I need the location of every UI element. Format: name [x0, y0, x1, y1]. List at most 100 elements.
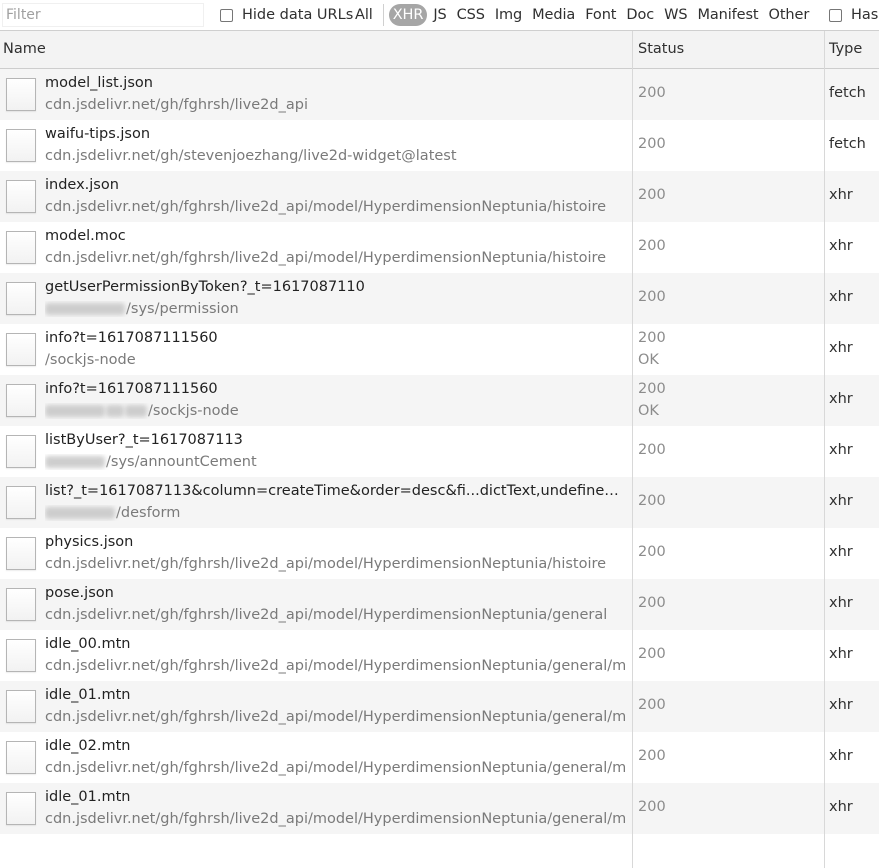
table-row[interactable]: idle_02.mtn cdn.jsdelivr.net/gh/fghrsh/li… [0, 732, 879, 783]
filter-doc-button[interactable]: Doc [622, 4, 658, 26]
request-path-text: cdn.jsdelivr.net/gh/fghrsh/live2d_api/mo… [45, 760, 625, 776]
request-type: fetch [829, 136, 866, 152]
table-row[interactable]: pose.json cdn.jsdelivr.net/gh/fghrsh/live… [0, 579, 879, 630]
request-path: cdn.jsdelivr.net/gh/fghrsh/live2d_api/mo… [45, 658, 625, 674]
filter-xhr-button[interactable]: XHR [388, 4, 428, 26]
filter-css-button[interactable]: CSS [453, 4, 489, 26]
request-name: idle_01.mtn [45, 687, 131, 703]
request-path-text: /sys/permission [126, 301, 239, 317]
file-icon [6, 78, 36, 111]
column-header-name[interactable]: Name [3, 31, 46, 68]
request-path-text: /sockjs-node [148, 403, 239, 419]
request-path: cdn.jsdelivr.net/gh/stevenjoezhang/live2… [45, 148, 625, 164]
file-icon [6, 639, 36, 672]
filter-input[interactable] [2, 3, 204, 27]
table-row[interactable]: index.json cdn.jsdelivr.net/gh/fghrsh/liv… [0, 171, 879, 222]
redacted-host [45, 405, 105, 417]
table-row[interactable]: idle_01.mtn cdn.jsdelivr.net/gh/fghrsh/li… [0, 783, 879, 834]
resource-type-filters: All XHR JS CSS Img Media Font Doc WS Manifest Othe… [351, 3, 815, 27]
request-name: index.json [45, 177, 119, 193]
column-divider-type[interactable] [824, 31, 825, 868]
request-name: idle_01.mtn [45, 789, 131, 805]
file-icon [6, 741, 36, 774]
request-type: xhr [829, 697, 853, 713]
column-header-status[interactable]: Status [638, 31, 684, 68]
request-path-text: cdn.jsdelivr.net/gh/fghrsh/live2d_api [45, 97, 308, 113]
request-name: listByUser?_t=1617087113 [45, 432, 243, 448]
request-name: info?t=1617087111560 [45, 330, 218, 346]
filter-font-button[interactable]: Font [581, 4, 620, 26]
request-name: idle_00.mtn [45, 636, 131, 652]
filter-img-button[interactable]: Img [491, 4, 526, 26]
status-text: OK [638, 352, 659, 368]
request-path-text: cdn.jsdelivr.net/gh/fghrsh/live2d_api/mo… [45, 658, 625, 674]
status-code: 200 [638, 595, 666, 611]
request-type: xhr [829, 391, 853, 407]
request-path: cdn.jsdelivr.net/gh/fghrsh/live2d_api/mo… [45, 760, 625, 776]
request-type: xhr [829, 544, 853, 560]
filter-ws-button[interactable]: WS [660, 4, 691, 26]
file-icon [6, 435, 36, 468]
request-name: model.moc [45, 228, 126, 244]
status-code: 200 [638, 289, 666, 305]
request-path-text: cdn.jsdelivr.net/gh/fghrsh/live2d_api/mo… [45, 811, 625, 827]
network-request-table: Name Status Type model_list.json cdn.jsde… [0, 31, 879, 868]
redacted-host [45, 507, 115, 519]
request-type: xhr [829, 238, 853, 254]
request-path-text: cdn.jsdelivr.net/gh/fghrsh/live2d_api/mo… [45, 250, 607, 266]
status-code: 200 [638, 187, 666, 203]
request-path: cdn.jsdelivr.net/gh/fghrsh/live2d_api/mo… [45, 709, 625, 725]
status-code: 200 [638, 493, 666, 509]
request-path: cdn.jsdelivr.net/gh/fghrsh/live2d_api/mo… [45, 199, 625, 215]
status-code: 200 [638, 381, 666, 397]
request-path-text: /desform [116, 505, 181, 521]
table-row[interactable]: waifu-tips.json cdn.jsdelivr.net/gh/steve… [0, 120, 879, 171]
filter-other-button[interactable]: Other [765, 4, 814, 26]
status-text: OK [638, 403, 659, 419]
file-icon [6, 231, 36, 264]
hide-data-urls-toggle[interactable]: Hide data URLs [220, 5, 353, 25]
column-divider-status[interactable] [632, 31, 633, 868]
request-type: xhr [829, 340, 853, 356]
table-row[interactable]: info?t=1617087111560/sockjs-node 200 OK xhr [0, 375, 879, 426]
network-toolbar: Hide data URLs All XHRJSCSSImgMediaFontDo… [0, 0, 879, 31]
has-blocked-cookies-toggle[interactable]: Has [829, 5, 878, 25]
has-blocked-checkbox[interactable] [829, 8, 842, 22]
request-path: cdn.jsdelivr.net/gh/fghrsh/live2d_api/mo… [45, 811, 625, 827]
table-row[interactable]: idle_00.mtn cdn.jsdelivr.net/gh/fghrsh/li… [0, 630, 879, 681]
column-header-type[interactable]: Type [829, 31, 862, 68]
table-row[interactable]: physics.json cdn.jsdelivr.net/gh/fghrsh/l… [0, 528, 879, 579]
filter-all-button[interactable]: All [351, 4, 377, 26]
status-code: 200 [638, 238, 666, 254]
redacted-host [106, 405, 124, 417]
request-name: list?_t=1617087113&column=createTime&ord… [45, 483, 625, 499]
request-path-text: cdn.jsdelivr.net/gh/fghrsh/live2d_api/mo… [45, 199, 607, 215]
table-row[interactable]: idle_01.mtn cdn.jsdelivr.net/gh/fghrsh/li… [0, 681, 879, 732]
file-icon [6, 486, 36, 519]
table-row[interactable]: list?_t=1617087113&column=createTime&ord… [0, 477, 879, 528]
has-blocked-label: Has [851, 7, 879, 23]
request-path: /desform [45, 505, 625, 521]
request-type: xhr [829, 493, 853, 509]
request-path-text: cdn.jsdelivr.net/gh/fghrsh/live2d_api/mo… [45, 556, 607, 572]
request-path: cdn.jsdelivr.net/gh/fghrsh/live2d_api/mo… [45, 250, 625, 266]
file-icon [6, 588, 36, 621]
request-name: waifu-tips.json [45, 126, 151, 142]
request-path-text: /sockjs-node [45, 352, 136, 368]
filter-js-button[interactable]: JS [429, 4, 450, 26]
filter-media-button[interactable]: Media [528, 4, 579, 26]
request-type: xhr [829, 748, 853, 764]
table-row[interactable]: model_list.json cdn.jsdelivr.net/gh/fghrs… [0, 69, 879, 120]
hide-data-urls-checkbox[interactable] [220, 8, 233, 22]
table-row[interactable]: model.moc cdn.jsdelivr.net/gh/fghrsh/live… [0, 222, 879, 273]
table-header: Name Status Type [0, 31, 879, 69]
table-row[interactable]: info?t=1617087111560/sockjs-node 200 OK xhr [0, 324, 879, 375]
status-code: 200 [638, 697, 666, 713]
filter-manifest-button[interactable]: Manifest [693, 4, 762, 26]
table-row[interactable]: getUserPermissionByToken?_t=1617087110/s… [0, 273, 879, 324]
request-path-text: cdn.jsdelivr.net/gh/stevenjoezhang/live2… [45, 148, 457, 164]
file-icon [6, 129, 36, 162]
table-row[interactable]: listByUser?_t=1617087113/sys/annountCeme… [0, 426, 879, 477]
request-type: xhr [829, 595, 853, 611]
status-code: 200 [638, 646, 666, 662]
